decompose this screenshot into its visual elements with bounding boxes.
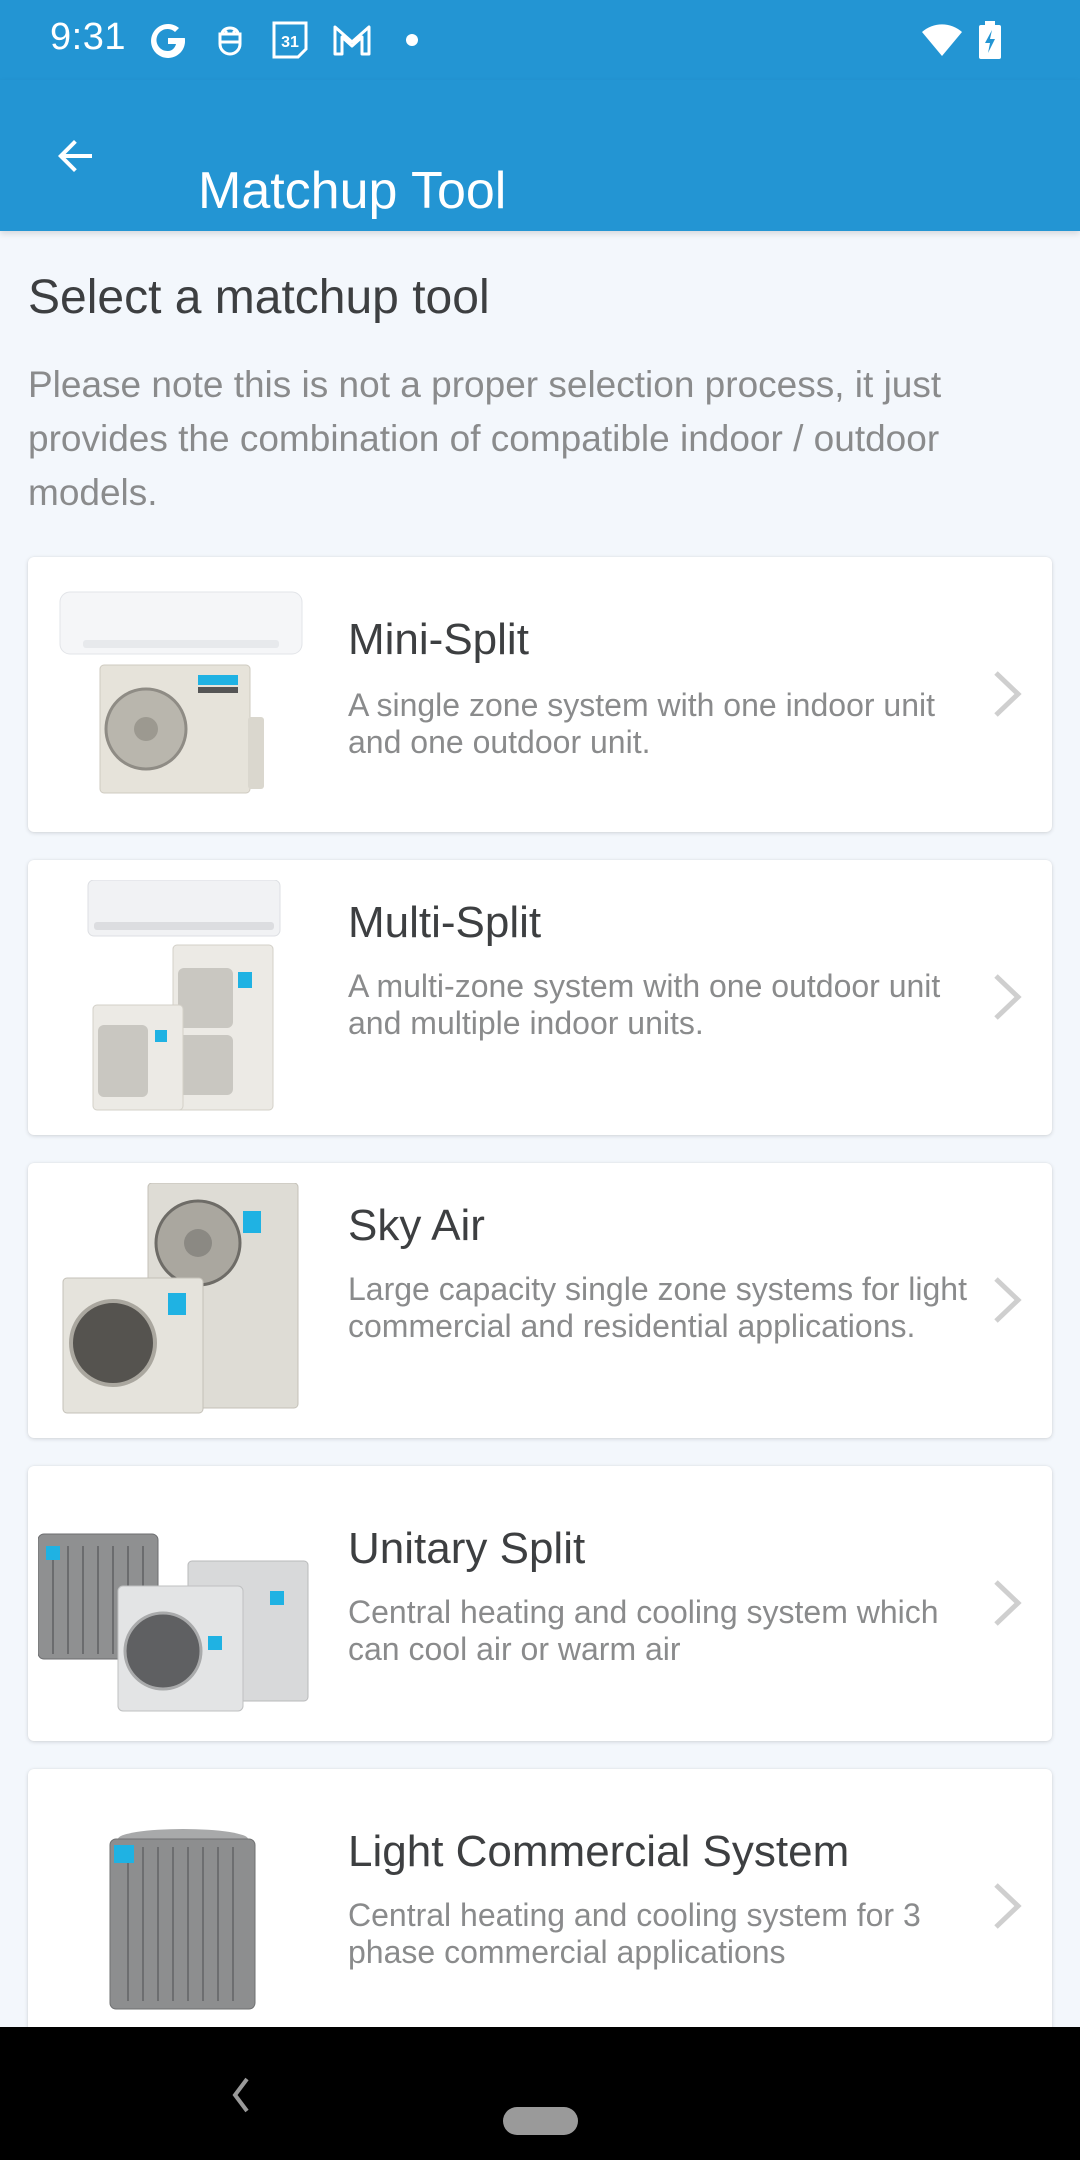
android-assistant-icon [208, 18, 252, 62]
sky-air-image [38, 1182, 338, 1418]
nav-home-pill[interactable] [503, 2107, 578, 2135]
system-nav-bar [0, 2027, 1080, 2160]
mini-split-image [38, 577, 338, 812]
tool-card-multi-split[interactable]: Multi-Split A multi-zone system with one… [28, 860, 1052, 1135]
tool-description: Central heating and cooling system which… [348, 1594, 939, 1667]
tool-title: Sky Air [348, 1201, 485, 1250]
tool-title: Light Commercial System [348, 1827, 850, 1876]
chevron-right-icon [994, 671, 1022, 717]
chevron-right-icon [994, 1883, 1022, 1929]
tool-title: Multi-Split [348, 898, 542, 947]
light-commercial-image [38, 1789, 338, 2024]
more-dot-icon [390, 18, 434, 62]
tool-card-light-commercial[interactable]: Light Commercial System Central heating … [28, 1769, 1052, 2044]
tool-description: A multi-zone system with one outdoor uni… [348, 968, 941, 1041]
calendar-31-icon: 31 [268, 18, 312, 62]
section-heading: Select a matchup tool [28, 271, 490, 324]
back-button[interactable] [40, 124, 112, 188]
tool-description: Central heating and cooling system for 3… [348, 1897, 921, 1970]
gmail-icon [330, 18, 374, 62]
tool-title: Mini-Split [348, 615, 529, 664]
chevron-right-icon [994, 974, 1022, 1020]
multi-split-image [38, 879, 338, 1115]
tool-card-mini-split[interactable]: Mini-Split A single zone system with one… [28, 557, 1052, 832]
status-bar: 9:31 31 [0, 0, 1080, 80]
chevron-right-icon [994, 1580, 1022, 1626]
app-bar: Matchup Tool [0, 80, 1080, 231]
unitary-split-image [37, 1486, 338, 1721]
arrow-back-icon [58, 140, 92, 172]
tool-title: Unitary Split [348, 1524, 586, 1573]
disclaimer-note: Please note this is not a proper selecti… [28, 364, 942, 513]
page-title: Matchup Tool [198, 161, 507, 220]
battery-charging-icon [968, 18, 1012, 62]
nav-back-icon[interactable] [225, 2067, 255, 2117]
wifi-icon [920, 18, 964, 62]
google-icon [146, 18, 190, 62]
status-time: 9:31 [50, 16, 126, 58]
tool-description: A single zone system with one indoor uni… [348, 687, 935, 760]
tool-card-unitary-split[interactable]: Unitary Split Central heating and coolin… [28, 1466, 1052, 1741]
tool-description: Large capacity single zone systems for l… [348, 1271, 967, 1344]
svg-text:31: 31 [281, 34, 299, 51]
tool-card-sky-air[interactable]: Sky Air Large capacity single zone syste… [28, 1163, 1052, 1438]
chevron-right-icon [994, 1277, 1022, 1323]
